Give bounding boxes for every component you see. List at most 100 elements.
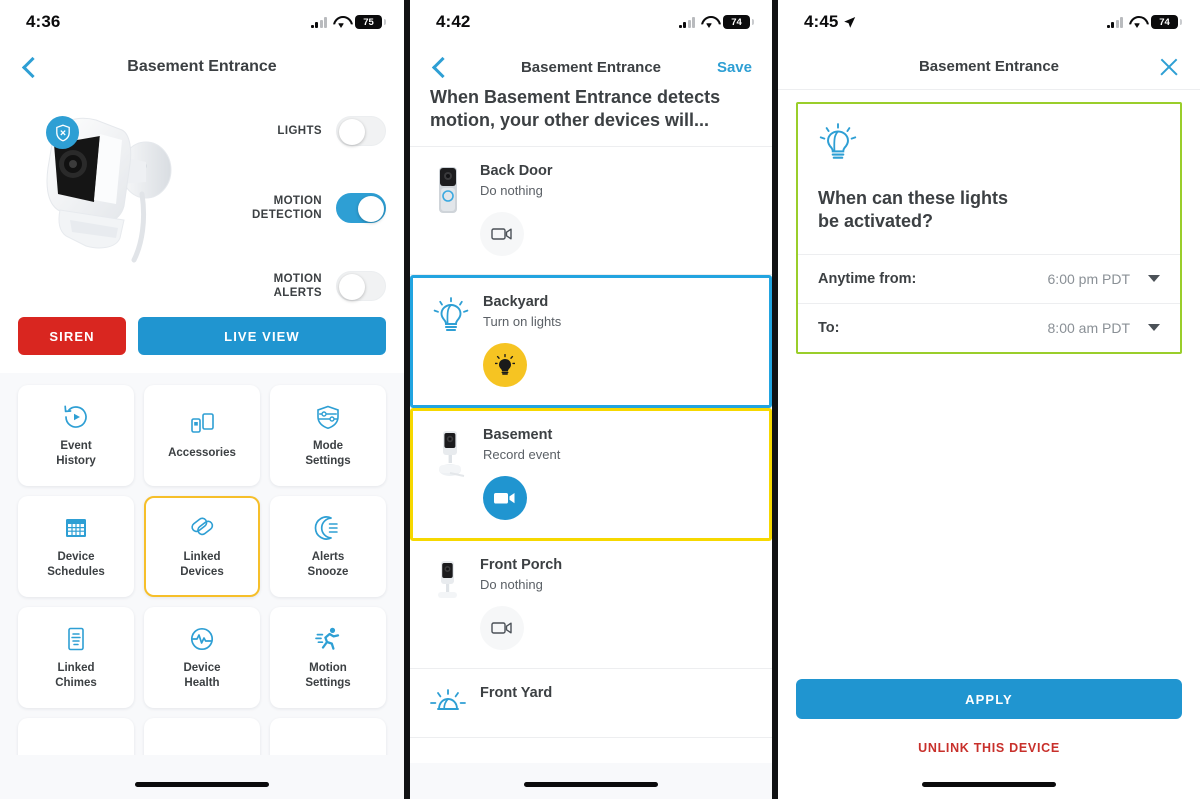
apply-button[interactable]: APPLY <box>796 679 1182 719</box>
toggle-knob <box>357 195 384 222</box>
toggle-row-motion-detection: MOTION DETECTION <box>208 193 386 223</box>
tile-device-health[interactable]: Device Health <box>144 607 260 708</box>
status-time: 4:42 <box>436 12 471 31</box>
indoor-camera-image <box>428 557 468 650</box>
label-line-2: Settings <box>305 676 351 689</box>
home-indicator <box>135 782 269 787</box>
primary-action-row: SIREN LIVE VIEW <box>0 305 404 373</box>
label-line-2: Chimes <box>55 676 97 689</box>
tile-device-schedules[interactable]: Device Schedules <box>18 496 134 597</box>
close-icon[interactable] <box>1158 56 1180 78</box>
moon-snooze-icon <box>314 516 338 540</box>
save-button[interactable]: Save <box>717 59 752 76</box>
question-line-2: be activated? <box>818 211 934 232</box>
tile-label: Device Schedules <box>47 550 105 579</box>
action-button-do-nothing[interactable] <box>480 212 524 257</box>
siren-button[interactable]: SIREN <box>18 317 126 355</box>
tile-event-history[interactable]: Event History <box>18 385 134 486</box>
camera-outline-icon <box>491 622 512 634</box>
tile-linked-chimes[interactable]: Linked Chimes <box>18 607 134 708</box>
indoor-camera-image <box>431 427 471 520</box>
label-line-1: Linked <box>57 662 95 675</box>
back-chevron-icon[interactable] <box>430 58 448 76</box>
label-line-1: MOTION <box>273 194 322 207</box>
phone-screen-device-detail: 4:36 75 Basement Entrance LIGHTS MOTION … <box>0 0 404 799</box>
motion-detection-toggle[interactable] <box>336 193 386 223</box>
device-action-text: Do nothing <box>480 577 543 593</box>
list-item-front-yard[interactable]: Front Yard <box>410 669 772 739</box>
list-item-back-door[interactable]: Back Door Do nothing <box>410 147 772 276</box>
three-phone-screenshots: 4:36 75 Basement Entrance LIGHTS MOTION … <box>0 0 1200 799</box>
label-line-2: Health <box>184 676 220 689</box>
device-action-text: Do nothing <box>480 183 543 199</box>
shield-disabled-icon[interactable] <box>46 116 79 149</box>
lights-toggle[interactable] <box>336 116 386 146</box>
video-doorbell-image <box>428 163 468 256</box>
label-line-1: Motion <box>309 662 347 675</box>
motion-alerts-toggle[interactable] <box>336 271 386 301</box>
shield-mode-icon <box>317 405 339 430</box>
page-title: Basement Entrance <box>127 58 277 75</box>
light-schedule-card: When can these lights be activated? Anyt… <box>796 102 1182 354</box>
tile-mode-settings[interactable]: Mode Settings <box>270 385 386 486</box>
calendar-icon <box>66 519 86 538</box>
tile-linked-devices[interactable]: Linked Devices <box>144 496 260 597</box>
list-item-basement[interactable]: Basement Record event <box>410 408 772 542</box>
toggle-knob <box>338 273 365 300</box>
tile-label: Linked Devices <box>180 550 223 579</box>
live-view-button[interactable]: LIVE VIEW <box>138 317 386 355</box>
status-bar: 4:36 75 <box>0 0 404 44</box>
chevron-down-icon[interactable] <box>1148 275 1160 283</box>
chevron-down-icon[interactable] <box>1148 324 1160 332</box>
bulb-glyph <box>433 297 469 332</box>
unlink-device-button[interactable]: UNLINK THIS DEVICE <box>796 741 1182 755</box>
outdoor-light-icon <box>428 685 468 719</box>
label-line-1: Mode <box>312 440 344 453</box>
indoor-cam-illustration <box>438 561 457 599</box>
rule-heading: When Basement Entrance detects motion, y… <box>410 86 772 148</box>
tile-motion-settings[interactable]: Motion Settings <box>270 607 386 708</box>
nav-bar: Basement Entrance <box>0 44 404 90</box>
link-chain-icon <box>191 517 214 536</box>
wifi-icon <box>1129 16 1145 28</box>
list-item-front-porch[interactable]: Front Porch Do nothing <box>410 541 772 670</box>
action-button-record-event[interactable] <box>483 476 527 521</box>
status-indicators: 74 <box>1106 15 1182 29</box>
health-pulse-icon <box>190 628 214 651</box>
running-person-icon <box>315 627 340 650</box>
linked-device-list: Back Door Do nothing Backyard Turn on li… <box>410 147 772 739</box>
device-hero: LIGHTS MOTION DETECTION MOTION ALERTS <box>0 90 404 305</box>
tile-accessories[interactable]: Accessories <box>144 385 260 486</box>
status-time: 4:36 <box>26 12 61 31</box>
footer-actions: APPLY UNLINK THIS DEVICE <box>778 679 1200 755</box>
tile-alerts-snooze[interactable]: Alerts Snooze <box>270 496 386 597</box>
bottom-safe-area <box>0 755 404 799</box>
question-line-1: When can these lights <box>818 188 1009 208</box>
feature-grid: Event History Accessories Mode Settings … <box>18 385 386 799</box>
label-line-2: Devices <box>180 565 224 578</box>
accessories-devices-icon <box>191 413 214 434</box>
toggle-label-lights: LIGHTS <box>277 124 322 137</box>
toggle-label-motion-alerts: MOTION ALERTS <box>274 272 322 301</box>
toggle-row-motion-alerts: MOTION ALERTS <box>208 271 386 301</box>
action-button-do-nothing[interactable] <box>480 606 524 651</box>
status-indicators: 74 <box>678 15 754 29</box>
toggle-label-motion-detection: MOTION DETECTION <box>252 194 322 223</box>
back-chevron-icon[interactable] <box>20 58 38 76</box>
battery-icon: 74 <box>723 15 754 29</box>
schedule-row-to[interactable]: To: 8:00 am PDT <box>798 304 1180 352</box>
home-indicator <box>922 782 1056 787</box>
wifi-icon <box>701 16 717 28</box>
device-info: Front Porch Do nothing <box>480 557 754 651</box>
device-name: Basement <box>483 427 553 444</box>
action-button-turn-on-lights[interactable] <box>483 343 527 388</box>
status-time: 4:45 <box>804 12 856 32</box>
status-indicators: 75 <box>310 15 386 29</box>
device-info: Basement Record event <box>483 427 751 521</box>
toggle-row-lights: LIGHTS <box>208 116 386 146</box>
label-line-1: Event <box>60 440 92 453</box>
label-line-2: DETECTION <box>251 209 322 221</box>
battery-level: 74 <box>731 16 742 28</box>
schedule-row-from[interactable]: Anytime from: 6:00 pm PDT <box>798 255 1180 304</box>
list-item-backyard[interactable]: Backyard Turn on lights <box>410 275 772 409</box>
